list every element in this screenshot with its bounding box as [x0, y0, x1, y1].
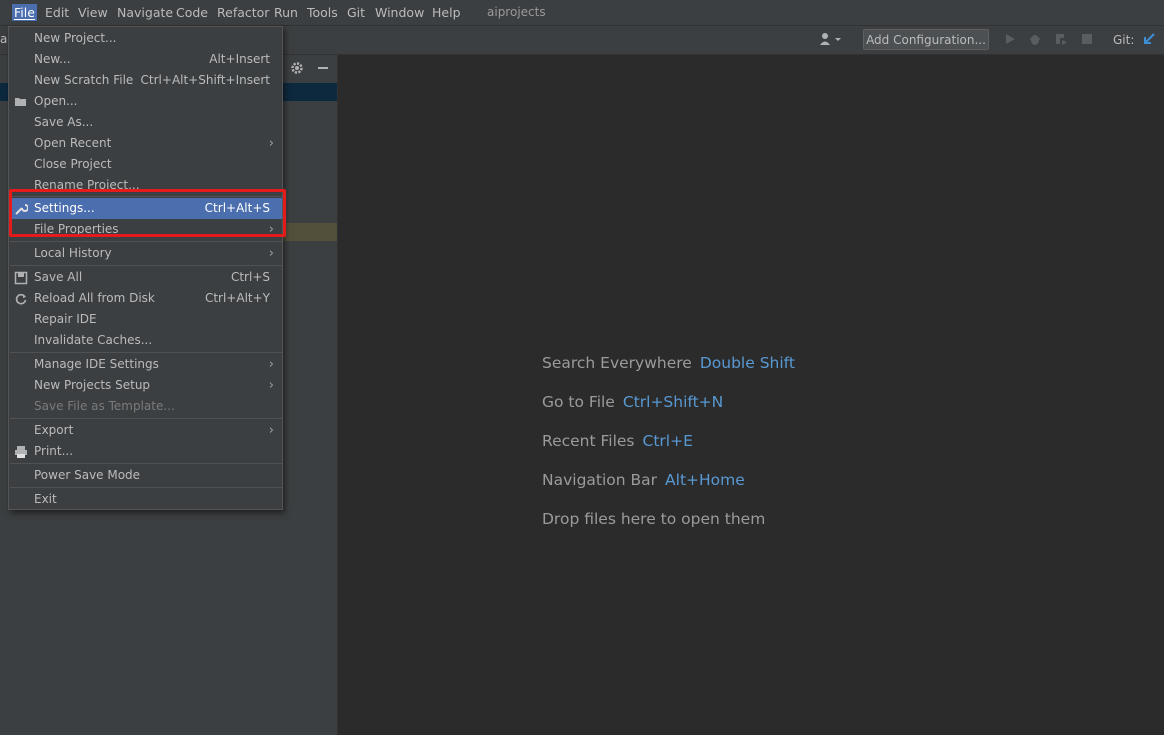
label: Power Save Mode — [34, 468, 141, 482]
menu-power-save-mode[interactable]: Power Save Mode — [10, 465, 282, 486]
menu-open[interactable]: Open... — [10, 91, 282, 112]
save-icon — [14, 271, 28, 285]
menu-reload-all[interactable]: Reload All from Disk Ctrl+Alt+Y — [10, 288, 282, 309]
menu-git[interactable]: Git — [345, 4, 367, 21]
menu-new-project[interactable]: New Project... — [10, 28, 282, 49]
menu-file[interactable]: File — [12, 4, 37, 21]
menu-save-as[interactable]: Save As... — [10, 112, 282, 133]
shortcut: Ctrl+Alt+Y — [204, 291, 270, 305]
label: Save All — [34, 270, 83, 284]
label: Close Project — [34, 157, 112, 171]
chevron-right-icon: › — [268, 136, 274, 151]
menu-separator — [10, 265, 282, 266]
chevron-right-icon: › — [268, 423, 274, 438]
menu-manage-ide-settings[interactable]: Manage IDE Settings › — [10, 354, 282, 375]
hint-key: Ctrl+Shift+N — [622, 393, 724, 411]
menu-separator — [10, 241, 282, 242]
hint-navigation-bar: Navigation Bar Alt+Home — [542, 471, 745, 489]
chevron-right-icon: › — [268, 357, 274, 372]
debug-icon[interactable] — [1028, 32, 1042, 46]
add-configuration-button[interactable]: Add Configuration... — [863, 29, 989, 50]
label: Manage IDE Settings — [34, 357, 159, 371]
label: Export — [34, 423, 74, 437]
menu-separator — [10, 352, 282, 353]
git-update-icon[interactable] — [1142, 32, 1156, 46]
user-icon[interactable] — [819, 32, 845, 46]
hint-label: Go to File — [542, 393, 615, 411]
menu-tools[interactable]: Tools — [305, 4, 340, 21]
label: Open Recent — [34, 136, 112, 150]
label: Save As... — [34, 115, 94, 129]
menu-exit[interactable]: Exit — [10, 489, 282, 510]
editor-area[interactable] — [338, 55, 1164, 735]
printer-icon — [15, 446, 27, 458]
stop-icon[interactable] — [1080, 32, 1094, 46]
menu-separator — [10, 487, 282, 488]
red-highlight-box — [9, 189, 286, 237]
label: Exit — [34, 492, 57, 506]
menu-save-all[interactable]: Save All Ctrl+S — [10, 267, 282, 288]
menu-file-label: File — [14, 5, 35, 20]
menu-refactor[interactable]: Refactor — [215, 4, 271, 21]
hint-drop-files: Drop files here to open them — [542, 510, 765, 528]
menu-invalidate-caches[interactable]: Invalidate Caches... — [10, 330, 282, 351]
label: New Project... — [34, 31, 117, 45]
label: New Scratch File — [34, 73, 134, 87]
menu-open-recent[interactable]: Open Recent › — [10, 133, 282, 154]
menu-new[interactable]: New... Alt+Insert — [10, 49, 282, 70]
menu-bar: File Edit View Navigate Code Refactor Ru… — [0, 0, 1164, 26]
menu-run[interactable]: Run — [272, 4, 300, 21]
hint-key: Ctrl+E — [642, 432, 693, 450]
menu-new-projects-setup[interactable]: New Projects Setup › — [10, 375, 282, 396]
hint-go-to-file: Go to File Ctrl+Shift+N — [542, 393, 723, 411]
hint-recent-files: Recent Files Ctrl+E — [542, 432, 693, 450]
file-menu-dropdown: New Project... New... Alt+Insert New Scra… — [8, 26, 283, 510]
label: New... — [34, 52, 71, 66]
menu-help[interactable]: Help — [430, 4, 463, 21]
run-icon[interactable] — [1003, 32, 1017, 46]
git-label: Git: — [1113, 33, 1135, 47]
menu-navigate[interactable]: Navigate — [115, 4, 175, 21]
refresh-icon — [15, 293, 27, 305]
menu-view[interactable]: View — [76, 4, 110, 21]
menu-new-scratch-file[interactable]: New Scratch File Ctrl+Alt+Shift+Insert — [10, 70, 282, 91]
hint-key: Alt+Home — [665, 471, 745, 489]
folder-icon — [15, 98, 26, 106]
label: New Projects Setup — [34, 378, 151, 392]
chevron-right-icon: › — [268, 378, 274, 393]
label: Invalidate Caches... — [34, 333, 153, 347]
menu-edit[interactable]: Edit — [43, 4, 71, 21]
label: Print... — [34, 444, 74, 458]
menu-save-file-as-template: Save File as Template... — [10, 396, 282, 417]
hint-key: Double Shift — [699, 354, 795, 372]
menu-window[interactable]: Window — [373, 4, 426, 21]
menu-separator — [10, 418, 282, 419]
menu-export[interactable]: Export › — [10, 420, 282, 441]
label: Local History — [34, 246, 112, 260]
menu-local-history[interactable]: Local History › — [10, 243, 282, 264]
hint-label: Navigation Bar — [542, 471, 658, 489]
label: Save File as Template... — [34, 399, 175, 413]
menu-code[interactable]: Code — [174, 4, 210, 21]
hint-label: Search Everywhere — [542, 354, 692, 372]
project-title: aiprojects — [487, 5, 546, 19]
menu-separator — [10, 463, 282, 464]
hint-label: Recent Files — [542, 432, 635, 450]
hint-search-everywhere: Search Everywhere Double Shift — [542, 354, 795, 372]
label: Open... — [34, 94, 78, 108]
coverage-icon[interactable] — [1054, 32, 1068, 46]
menu-repair-ide[interactable]: Repair IDE — [10, 309, 282, 330]
label: Repair IDE — [34, 312, 97, 326]
gear-icon[interactable] — [290, 61, 304, 75]
menu-print[interactable]: Print... — [10, 441, 282, 462]
shortcut: Ctrl+S — [230, 270, 270, 284]
shortcut: Alt+Insert — [209, 52, 270, 66]
chevron-right-icon: › — [268, 246, 274, 261]
hide-panel-icon[interactable] — [316, 61, 330, 75]
menu-close-project[interactable]: Close Project — [10, 154, 282, 175]
hint-label: Drop files here to open them — [542, 510, 766, 528]
shortcut: Ctrl+Alt+Shift+Insert — [140, 73, 270, 87]
label: Reload All from Disk — [34, 291, 155, 305]
